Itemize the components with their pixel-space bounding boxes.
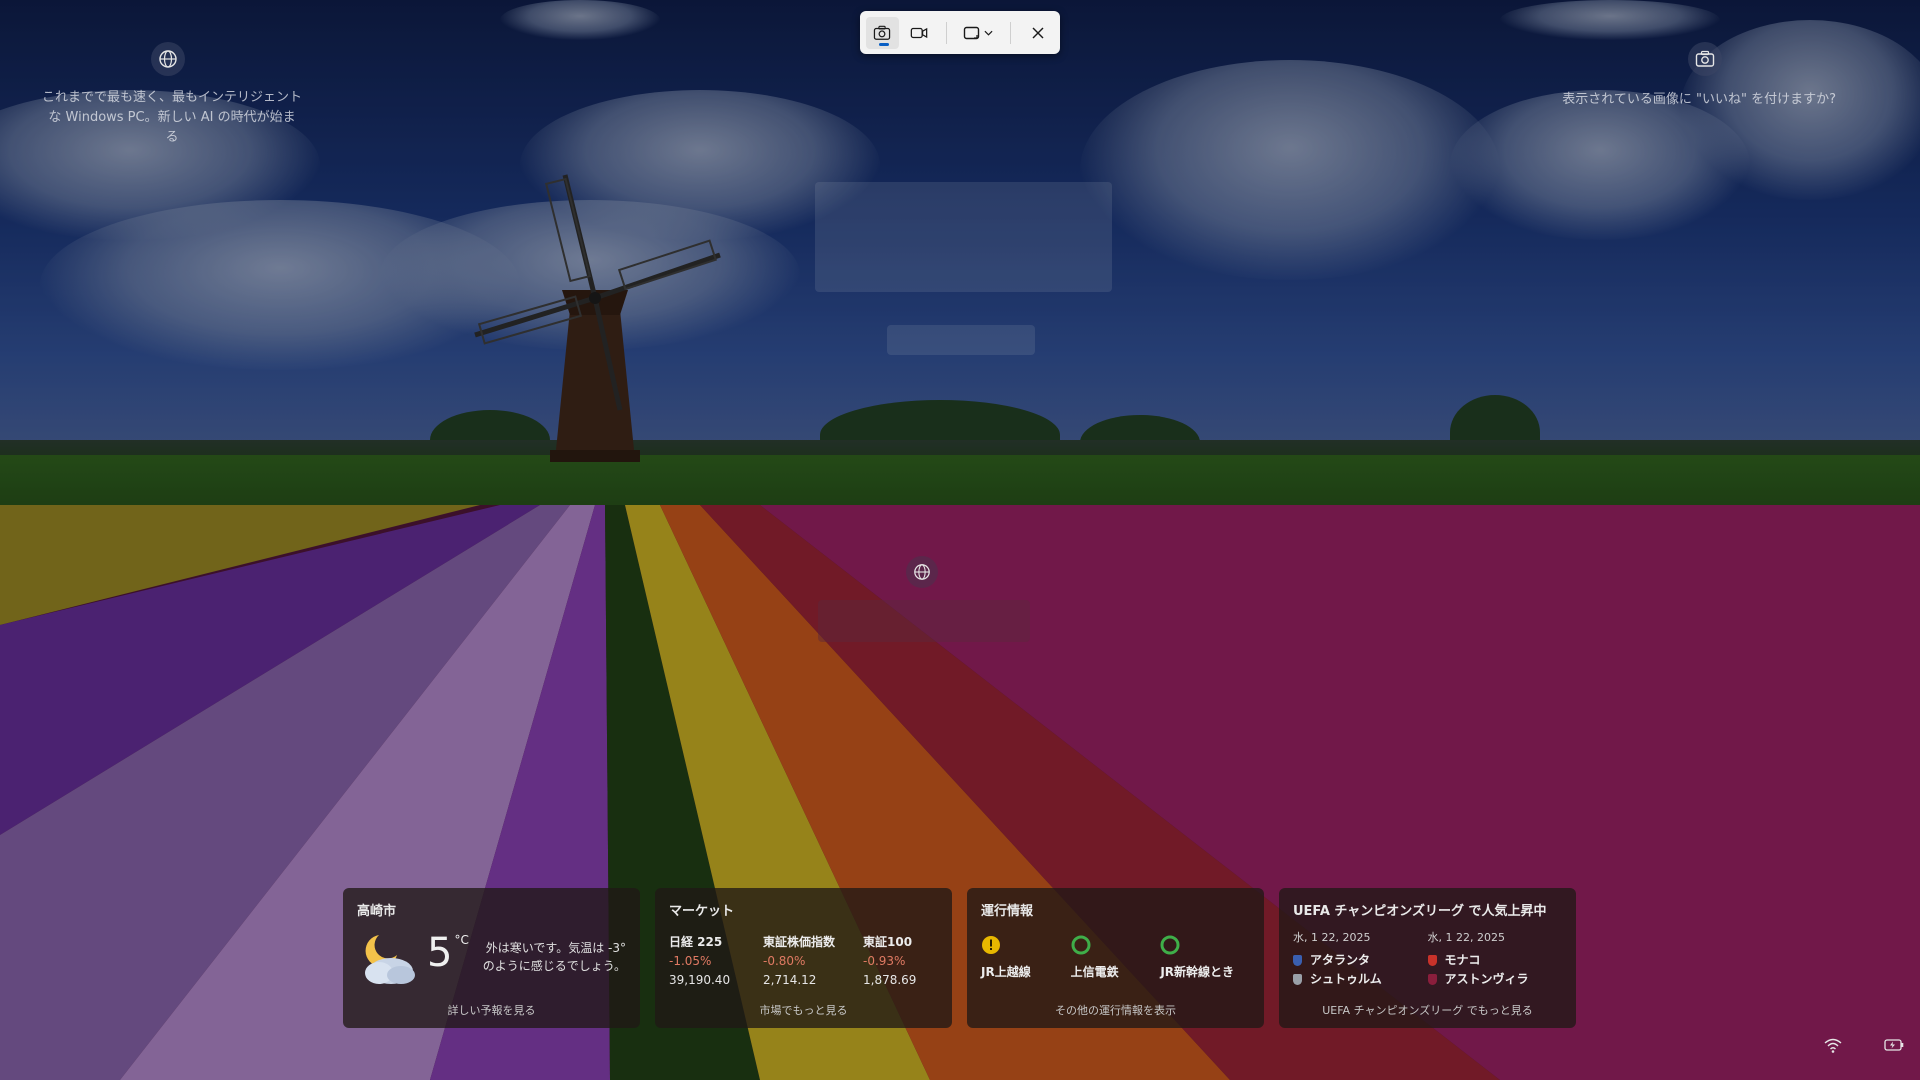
transit-line: JR新幹線とき bbox=[1160, 935, 1250, 980]
status-ok-icon bbox=[1160, 935, 1180, 955]
camera-icon bbox=[1695, 50, 1715, 67]
lockscreen-widgets: 高崎市 5 °C 外は寒いです。気温は -3° のように感じるでしょう。 詳しい予… bbox=[343, 888, 1576, 1028]
partly-cloudy-night-icon bbox=[365, 935, 415, 984]
transit-footer-link[interactable]: その他の運行情報を表示 bbox=[967, 1002, 1264, 1018]
video-icon bbox=[910, 27, 928, 38]
team-crest-icon bbox=[1293, 974, 1302, 985]
market-card[interactable]: マーケット 日経 225 -1.05% 39,190.40 東証株価指数 -0.… bbox=[655, 888, 952, 1028]
snip-shape-dropdown[interactable] bbox=[957, 17, 1001, 49]
weather-card[interactable]: 高崎市 5 °C 外は寒いです。気温は -3° のように感じるでしょう。 詳しい予… bbox=[343, 888, 640, 1028]
transit-title: 運行情報 bbox=[981, 904, 1034, 919]
market-item: 日経 225 -1.05% 39,190.40 bbox=[669, 935, 731, 987]
match-item[interactable]: 水, 1 22, 2025 アタランタ シュトゥルム bbox=[1293, 929, 1428, 989]
warning-icon bbox=[982, 936, 1000, 954]
weather-description: 外は寒いです。気温は -3° のように感じるでしょう。 bbox=[482, 941, 626, 973]
team-crest-icon bbox=[1427, 955, 1437, 966]
team-crest-icon bbox=[1427, 974, 1437, 985]
spotlight-tagline[interactable]: これまでで最も速く、最もインテリジェントな Windows PC。新しい AI … bbox=[42, 88, 302, 148]
temperature: 5 °C bbox=[427, 930, 469, 976]
transit-line: JR上越線 bbox=[981, 935, 1071, 980]
chevron-down-icon bbox=[984, 30, 993, 36]
center-globe-button[interactable] bbox=[906, 556, 938, 588]
spotlight-camera-button[interactable] bbox=[1688, 42, 1722, 76]
soccer-title: UEFA チャンピオンズリーグ で人気上昇中 bbox=[1293, 904, 1547, 919]
close-icon bbox=[1032, 27, 1044, 38]
globe-icon bbox=[914, 564, 930, 580]
screenshot-mode-button[interactable] bbox=[866, 16, 899, 49]
weather-city: 高崎市 bbox=[357, 904, 397, 919]
blurred-sign-in bbox=[818, 600, 1030, 642]
battery-charging-icon[interactable] bbox=[1884, 1038, 1904, 1052]
globe-icon bbox=[159, 50, 177, 68]
market-item: 東証株価指数 -0.80% 2,714.12 bbox=[763, 935, 836, 987]
transit-line: 上信電鉄 bbox=[1071, 935, 1161, 980]
camera-icon bbox=[874, 25, 891, 40]
soccer-card[interactable]: UEFA チャンピオンズリーグ で人気上昇中 水, 1 22, 2025 アタラ… bbox=[1279, 888, 1576, 1028]
snipping-toolbar bbox=[860, 11, 1060, 54]
like-image-prompt[interactable]: 表示されている画像に "いいね" を付けますか? bbox=[1562, 88, 1836, 107]
market-item: 東証100 -0.93% 1,878.69 bbox=[863, 935, 917, 987]
market-title: マーケット bbox=[669, 904, 735, 919]
team-crest-icon bbox=[1293, 955, 1302, 966]
temperature-unit: °C bbox=[454, 933, 469, 947]
market-footer-link[interactable]: 市場でもっと見る bbox=[655, 1002, 952, 1018]
system-tray bbox=[1824, 1038, 1904, 1054]
record-mode-button[interactable] bbox=[903, 17, 936, 49]
rectangle-select-icon bbox=[964, 26, 980, 39]
weather-footer-link[interactable]: 詳しい予報を見る bbox=[343, 1002, 640, 1018]
blurred-date bbox=[887, 325, 1035, 355]
close-snip-button[interactable] bbox=[1021, 17, 1054, 49]
wifi-icon[interactable] bbox=[1824, 1038, 1842, 1054]
transit-card[interactable]: 運行情報 JR上越線 上信電鉄 JR新幹線とき その他の運行情報を表示 bbox=[967, 888, 1264, 1028]
match-item[interactable]: 水, 1 22, 2025 モナコ アストンヴィラ bbox=[1427, 929, 1563, 989]
status-ok-icon bbox=[1071, 935, 1091, 955]
blurred-clock bbox=[815, 182, 1112, 292]
soccer-footer-link[interactable]: UEFA チャンピオンズリーグ でもっと見る bbox=[1279, 1002, 1576, 1018]
spotlight-learn-more-button[interactable] bbox=[151, 42, 185, 76]
